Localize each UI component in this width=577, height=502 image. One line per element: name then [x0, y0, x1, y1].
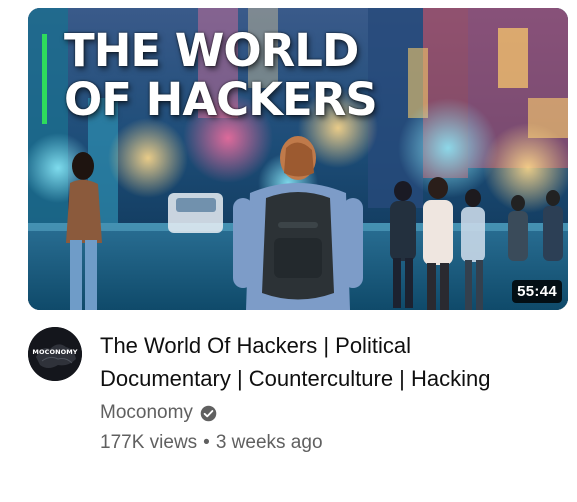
channel-info: Moconomy: [100, 402, 217, 424]
thumbnail-title: THE WORLD OF HACKERS: [64, 24, 378, 126]
channel-avatar[interactable]: MOCONOMY: [28, 327, 82, 381]
meta-separator: •: [203, 432, 210, 453]
upload-age: 3 weeks ago: [215, 432, 323, 453]
avatar-logo-text: MOCONOMY: [32, 348, 78, 356]
thumbnail-title-line1: THE WORLD: [64, 24, 359, 77]
verified-check-icon: [200, 405, 217, 421]
video-metadata: 177K views • 3 weeks ago: [100, 432, 323, 454]
thumbnail-accent-bar: [42, 34, 47, 124]
video-thumbnail[interactable]: THE WORLD OF HACKERS 55:44: [28, 8, 568, 310]
video-title-line2: Documentary | Counterculture | Hacking: [100, 366, 491, 391]
video-card[interactable]: THE WORLD OF HACKERS 55:44 MOCONOMY The …: [0, 0, 577, 502]
thumbnail-title-line2: OF HACKERS: [64, 73, 378, 126]
channel-name[interactable]: Moconomy: [100, 402, 193, 424]
video-title-line1: The World Of Hackers | Political: [100, 333, 411, 358]
video-title[interactable]: The World Of Hackers | Political Documen…: [100, 329, 560, 395]
view-count: 177K views: [100, 432, 198, 453]
duration-badge: 55:44: [512, 280, 562, 303]
